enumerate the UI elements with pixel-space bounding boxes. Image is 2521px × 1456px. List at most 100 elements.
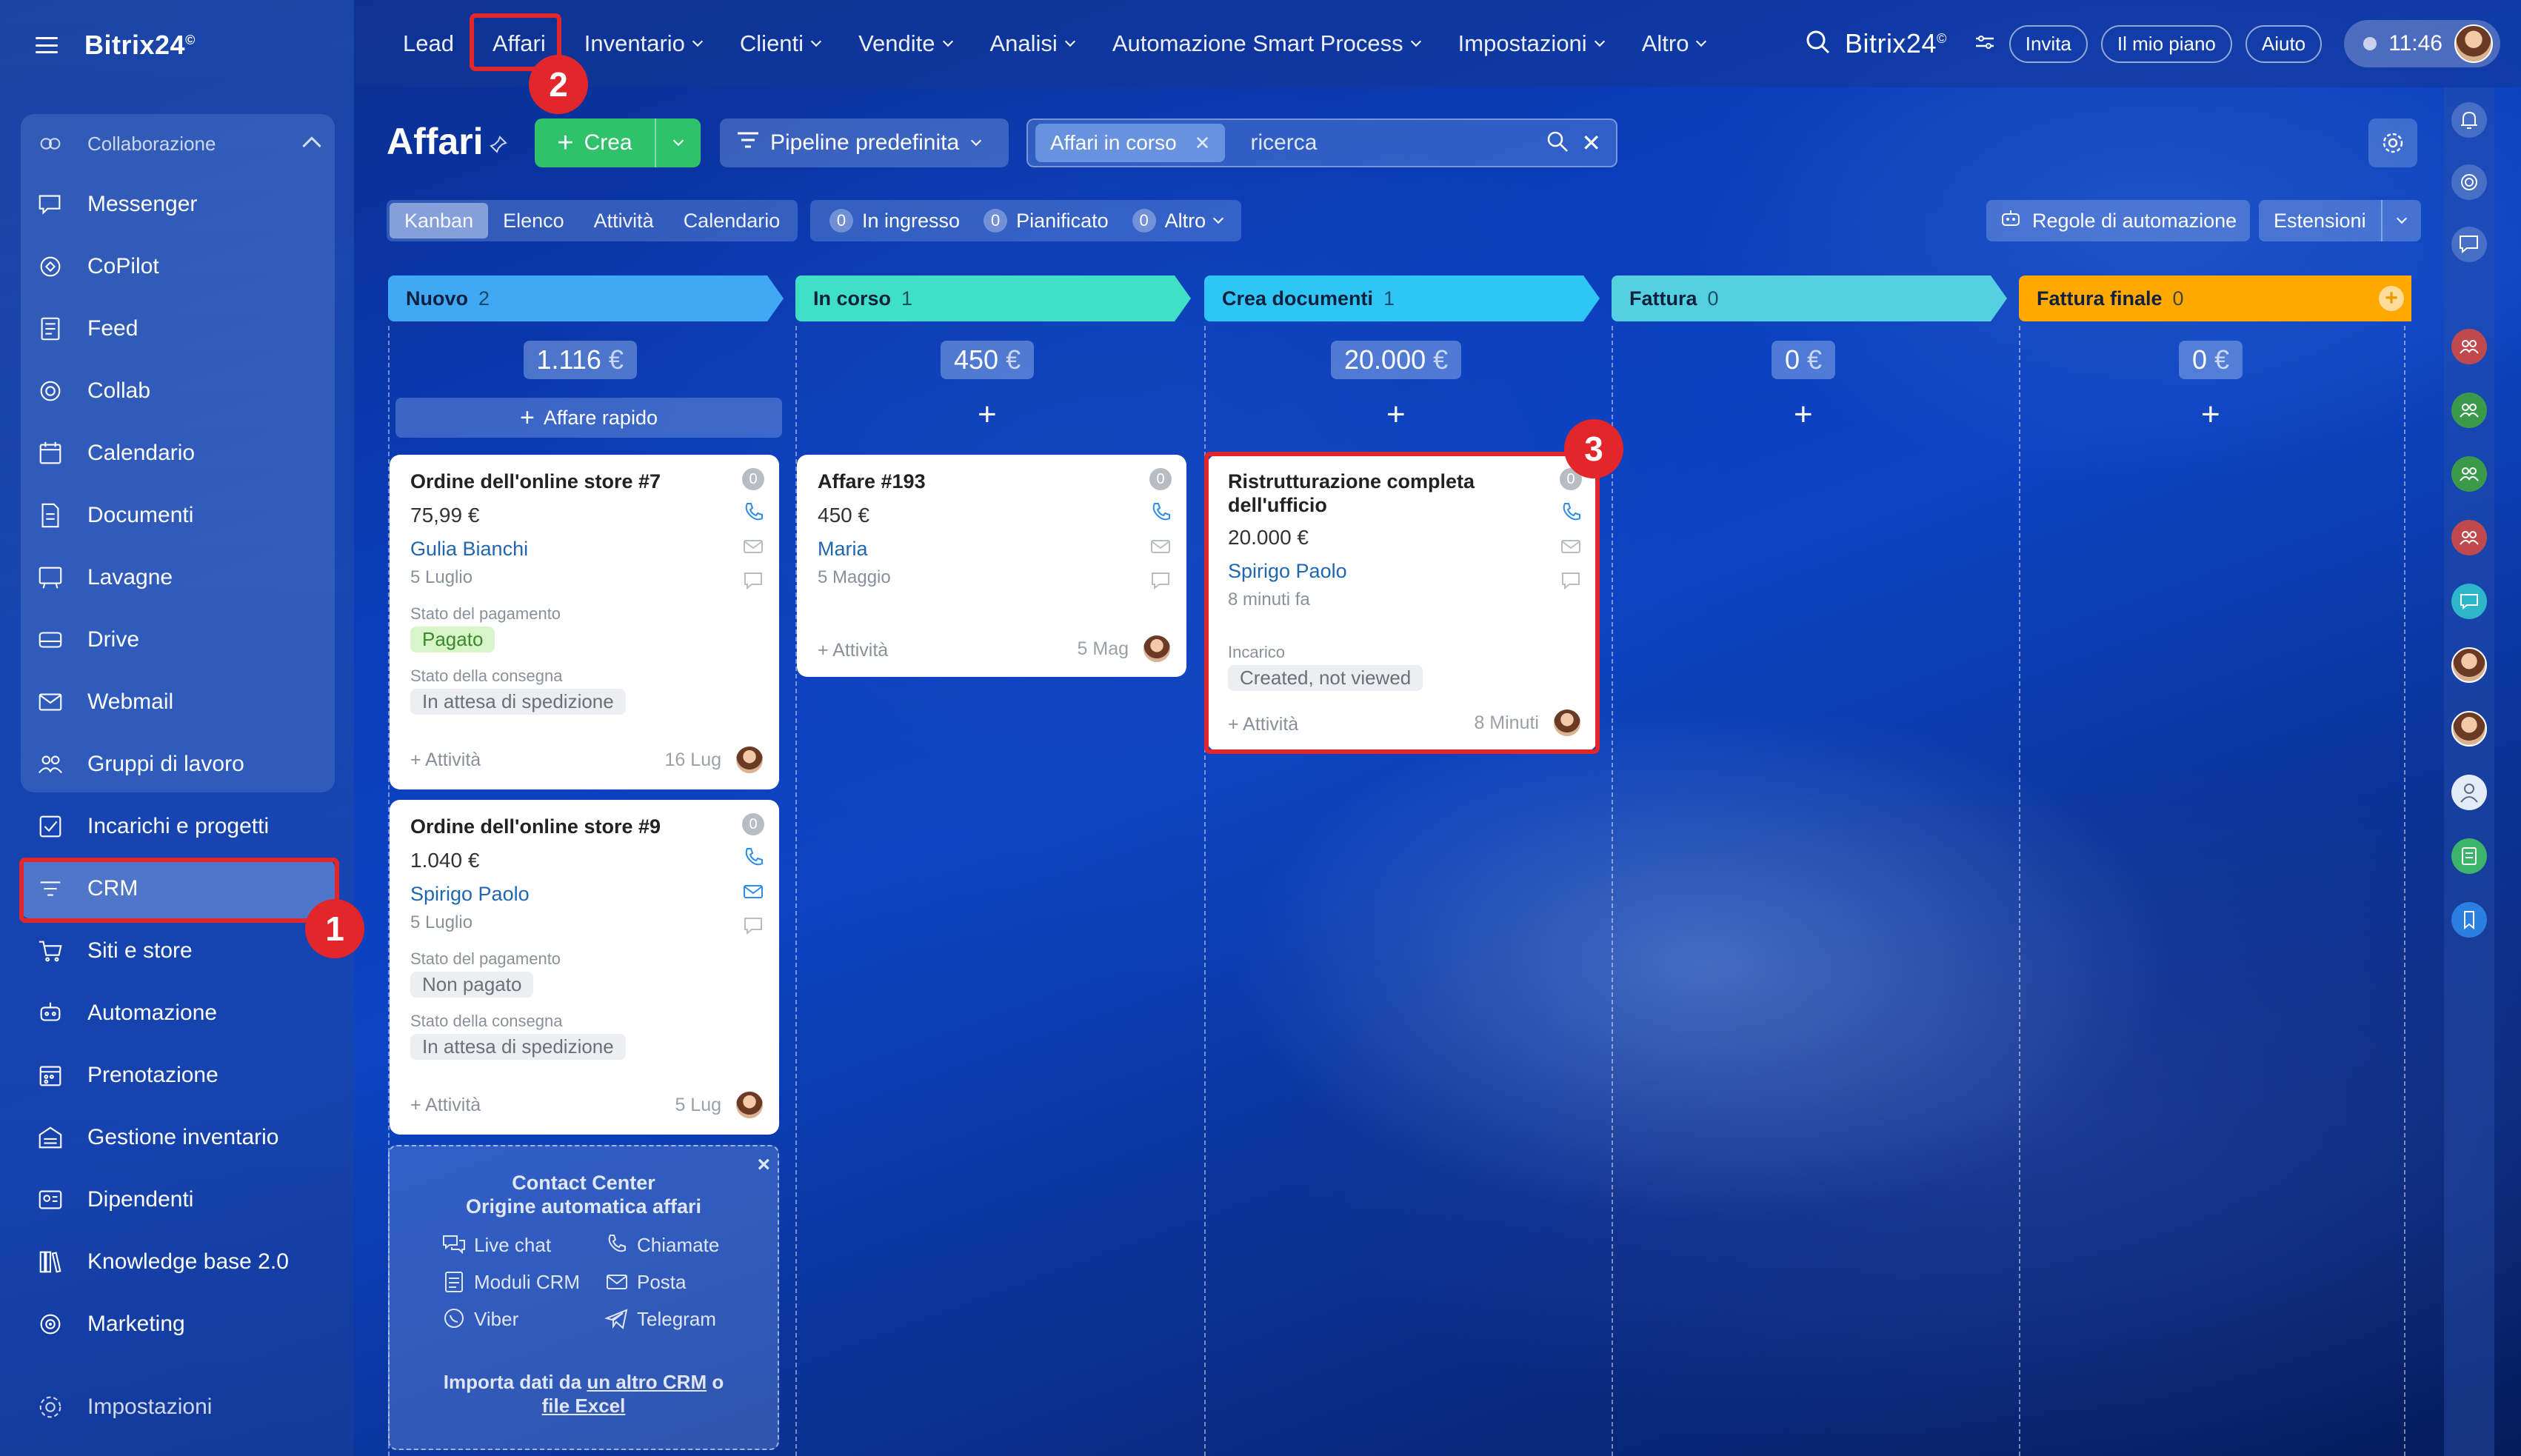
bell-icon[interactable]	[2451, 102, 2487, 138]
deal-contact[interactable]: Gulia Bianchi	[410, 538, 528, 561]
deal-title[interactable]: Ordine dell'online store #9	[410, 815, 721, 838]
channel-mail[interactable]: Posta	[604, 1269, 687, 1295]
sidebar-item-copilot[interactable]: CoPilot	[21, 237, 335, 296]
bookmark-avatar[interactable]	[2451, 902, 2487, 938]
invite-button[interactable]: Invita	[2009, 24, 2088, 63]
search-icon[interactable]	[1805, 29, 1832, 59]
stage-header-nuovo[interactable]: Nuovo 2	[388, 275, 784, 321]
stage-header-fattura-finale[interactable]: Fattura finale 0 +	[2019, 275, 2411, 321]
sidebar-item-calendario[interactable]: Calendario	[21, 424, 335, 483]
comment-icon[interactable]	[1149, 569, 1172, 592]
comment-icon[interactable]	[741, 569, 765, 592]
contact-avatar[interactable]	[2451, 647, 2487, 683]
responsible-avatar[interactable]	[1142, 634, 1172, 664]
sidebar-item-messenger[interactable]: Messenger	[21, 175, 335, 234]
topnav-item-inventario[interactable]: Inventario	[565, 30, 721, 57]
view-tab-elenco[interactable]: Elenco	[488, 203, 579, 238]
view-tab-kanban[interactable]: Kanban	[390, 203, 489, 238]
channel-telegram[interactable]: Telegram	[604, 1306, 716, 1332]
brand-logo[interactable]: Bitrix24©	[84, 30, 196, 61]
search-input[interactable]	[1250, 130, 1532, 156]
quick-deal-button[interactable]: + Affare rapido	[395, 398, 782, 438]
add-stage-icon[interactable]: +	[2379, 286, 2404, 311]
search-icon[interactable]	[1546, 130, 1569, 157]
mail-icon[interactable]	[741, 880, 765, 904]
sidebar-item-gruppi-di-lavoro[interactable]: Gruppi di lavoro	[21, 735, 335, 794]
responsible-avatar[interactable]	[735, 745, 764, 775]
my-plan-button[interactable]: Il mio piano	[2100, 24, 2232, 63]
deal-contact[interactable]: Maria	[818, 538, 868, 561]
sidebar-item-feed[interactable]: Feed	[21, 299, 335, 358]
user-avatar[interactable]	[2454, 24, 2493, 63]
sidebar-item-automazione[interactable]: Automazione	[21, 984, 335, 1043]
add-deal-icon[interactable]: +	[978, 396, 997, 433]
sidebar-item-documenti[interactable]: Documenti	[21, 486, 335, 545]
stage-header-fattura[interactable]: Fattura 0	[1612, 275, 2007, 321]
add-deal-icon[interactable]: +	[2201, 396, 2220, 433]
group-chat-avatar[interactable]	[2451, 329, 2487, 364]
notes-avatar[interactable]	[2451, 838, 2487, 874]
channel-crm-forms[interactable]: Moduli CRM	[441, 1269, 580, 1295]
sidebar-item-lavagne[interactable]: Lavagne	[21, 548, 335, 607]
menu-burger-icon[interactable]	[36, 37, 58, 53]
deal-card[interactable]: Ordine dell'online store #7 75,99 € Guli…	[390, 455, 779, 789]
comment-icon[interactable]	[741, 914, 765, 938]
add-activity-link[interactable]: + Attività	[410, 1095, 481, 1116]
deal-card[interactable]: Ordine dell'online store #9 1.040 € Spir…	[390, 800, 779, 1135]
automation-rules-button[interactable]: Regole di automazione	[1986, 200, 2251, 241]
create-dropdown[interactable]	[656, 135, 701, 147]
mail-icon[interactable]	[741, 535, 765, 558]
help-button[interactable]: Aiuto	[2245, 24, 2323, 63]
sidebar-item-gestione-inventario[interactable]: Gestione inventario	[21, 1108, 335, 1167]
group-chat-avatar[interactable]	[2451, 393, 2487, 428]
topnav-item-lead[interactable]: Lead	[354, 30, 473, 57]
topnav-item-clienti[interactable]: Clienti	[721, 30, 839, 57]
filter-search-bar[interactable]: Affari in corso ✕ ✕	[1026, 118, 1617, 167]
remove-filter-icon[interactable]: ✕	[1195, 132, 1211, 155]
view-tab-calendario[interactable]: Calendario	[669, 203, 795, 238]
sidebar-item-dipendenti[interactable]: Dipendenti	[21, 1170, 335, 1229]
deal-card[interactable]: Affare #193 450 € Maria 5 Maggio + Attiv…	[797, 455, 1186, 677]
pin-icon[interactable]	[489, 135, 508, 154]
sidebar-item-webmail[interactable]: Webmail	[21, 672, 335, 732]
contact-avatar[interactable]	[2451, 775, 2487, 810]
topnav-item-automazione-smart-process[interactable]: Automazione Smart Process	[1093, 30, 1439, 57]
sidebar-item-settings[interactable]: Impostazioni	[21, 1377, 335, 1437]
import-other-crm-link[interactable]: un altro CRM	[587, 1371, 707, 1393]
counter-in-ingresso[interactable]: 0 In ingresso	[818, 209, 972, 233]
sidebar-item-marketing[interactable]: Marketing	[21, 1295, 335, 1354]
create-button[interactable]: + Crea	[535, 118, 701, 167]
topnav-item-vendite[interactable]: Vendite	[839, 30, 970, 57]
topnav-item-altro[interactable]: Altro	[1623, 30, 1725, 57]
contact-avatar[interactable]	[2451, 711, 2487, 747]
phone-icon[interactable]	[741, 501, 765, 524]
extensions-button[interactable]: Estensioni	[2259, 200, 2421, 241]
deal-title[interactable]: Ordine dell'online store #7	[410, 470, 721, 493]
chevron-up-icon[interactable]	[302, 136, 321, 156]
sidebar-item-knowledge-base-2-0[interactable]: Knowledge base 2.0	[21, 1232, 335, 1292]
channel-live-chat[interactable]: Live chat	[441, 1232, 551, 1258]
filter-chip-active-deals[interactable]: Affari in corso ✕	[1035, 124, 1226, 162]
add-activity-link[interactable]: + Attività	[818, 640, 888, 661]
copilot-icon[interactable]	[2451, 164, 2487, 200]
counter-altro[interactable]: 0 Altro	[1121, 209, 1235, 233]
counter-pianificato[interactable]: 0 Pianificato	[972, 209, 1121, 233]
view-tab-attivit-[interactable]: Attività	[579, 203, 669, 238]
add-activity-link[interactable]: + Attività	[410, 749, 481, 771]
chat-search-icon[interactable]	[2451, 227, 2487, 262]
import-excel-link[interactable]: file Excel	[542, 1395, 626, 1417]
topnav-item-impostazioni[interactable]: Impostazioni	[1439, 30, 1623, 57]
workday-clock[interactable]: 11:46	[2344, 20, 2500, 67]
channel-calls[interactable]: Chiamate	[604, 1232, 719, 1258]
sidebar-group-collaboration[interactable]: Collaborazione	[21, 114, 335, 173]
mail-icon[interactable]	[1149, 535, 1172, 558]
sidebar-item-siti-e-store[interactable]: Siti e store	[21, 921, 335, 981]
deal-title[interactable]: Affare #193	[818, 470, 1129, 493]
sidebar-item-drive[interactable]: Drive	[21, 610, 335, 669]
channel-viber[interactable]: Viber	[441, 1306, 518, 1332]
sidebar-item-prenotazione[interactable]: Prenotazione	[21, 1046, 335, 1105]
add-deal-icon[interactable]: +	[1386, 396, 1406, 433]
sidebar-item-collab[interactable]: Collab	[21, 361, 335, 421]
phone-icon[interactable]	[741, 846, 765, 869]
group-chat-avatar[interactable]	[2451, 456, 2487, 492]
